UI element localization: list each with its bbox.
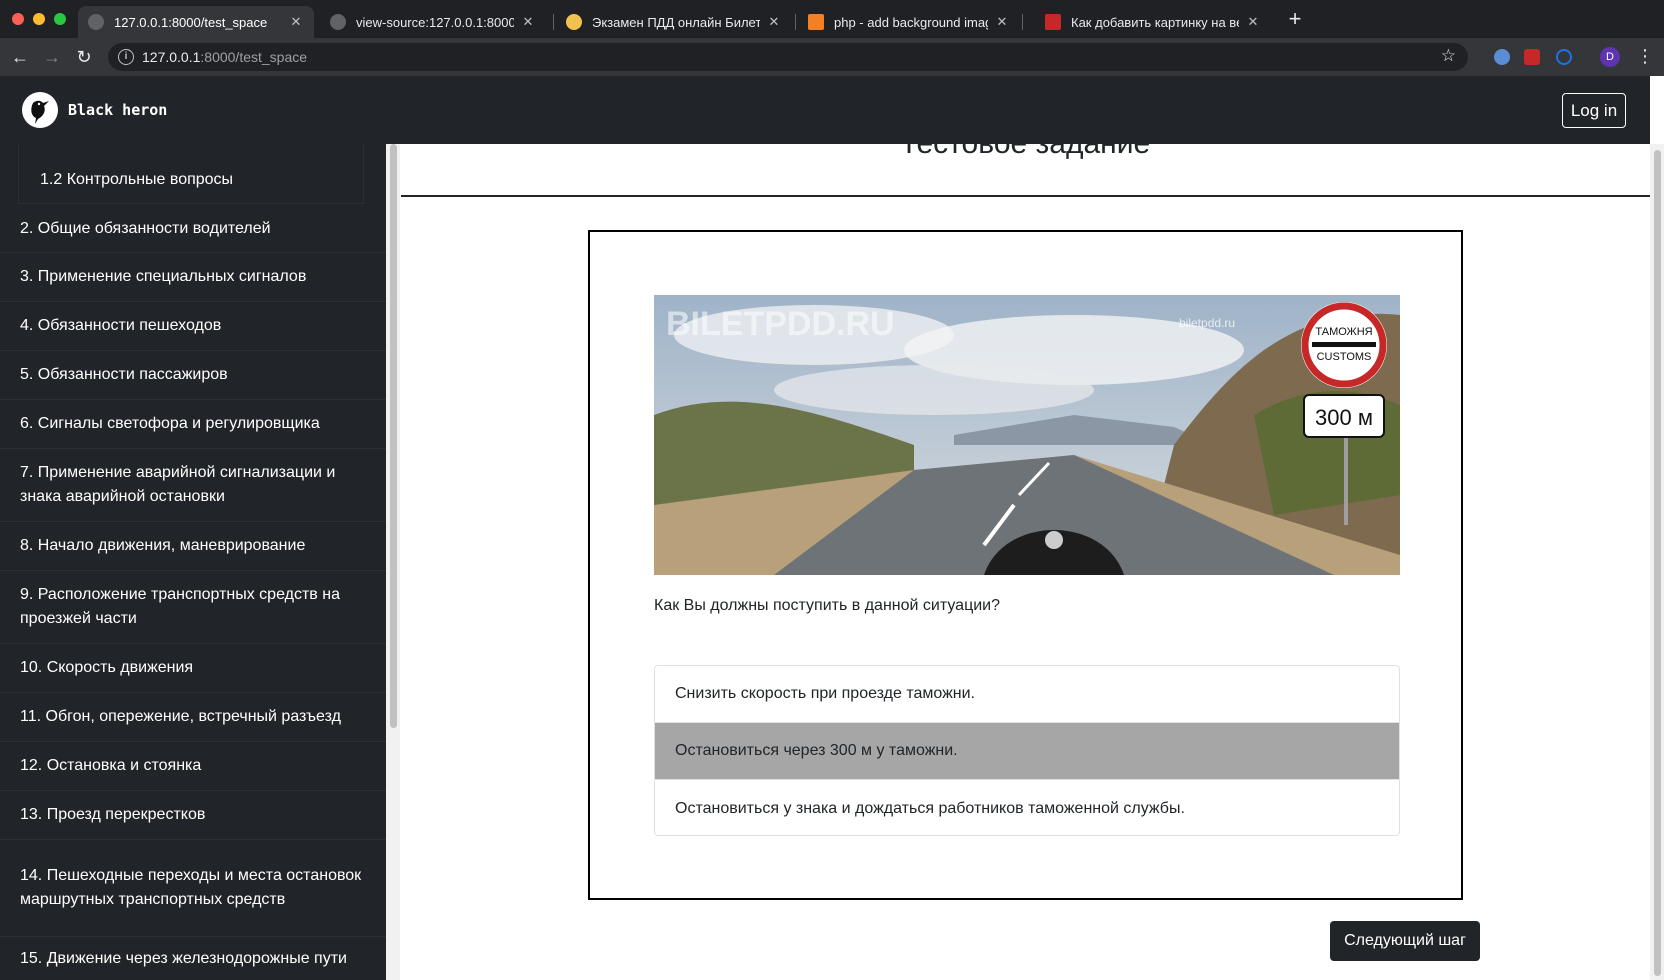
tab-separator xyxy=(1022,14,1023,30)
tab-title: view-source:127.0.0.1:8000/tes xyxy=(356,14,514,30)
tab-title: Как добавить картинку на веб xyxy=(1071,14,1239,30)
answer-option[interactable]: Снизить скорость при проезде таможни. xyxy=(655,666,1399,723)
sidebar-item[interactable]: 6. Сигналы светофора и регулировщика xyxy=(0,400,386,449)
answer-option-selected[interactable]: Остановиться через 300 м у таможни. xyxy=(655,723,1399,780)
sidebar-item[interactable]: 8. Начало движения, маневрирование xyxy=(0,522,386,571)
question-text: Как Вы должны поступить в данной ситуаци… xyxy=(654,597,1000,614)
main-content: Тестовое задание xyxy=(400,144,1650,980)
bookmark-star-icon[interactable]: ☆ xyxy=(1441,46,1456,66)
emoji-favicon-icon xyxy=(566,14,582,30)
url-host: 127.0.0.1 xyxy=(142,49,201,65)
profile-avatar[interactable]: D xyxy=(1600,47,1620,67)
sidebar-item[interactable]: 7. Применение аварийной сигнализации и з… xyxy=(0,449,386,522)
sidebar: 1.2 Контрольные вопросы 2. Общие обязанн… xyxy=(0,144,386,980)
extension-icon[interactable] xyxy=(1556,49,1572,65)
close-tab-icon[interactable]: ✕ xyxy=(288,14,304,30)
globe-icon xyxy=(88,14,104,30)
browser-tab[interactable]: Как добавить картинку на веб ✕ xyxy=(1035,6,1271,38)
sidebar-item[interactable]: 13. Проезд перекрестков xyxy=(0,791,386,840)
login-button[interactable]: Log in xyxy=(1562,93,1626,128)
sidebar-subitem-1-2[interactable]: 1.2 Контрольные вопросы xyxy=(18,144,364,204)
sidebar-item[interactable]: 12. Остановка и стоянка xyxy=(0,742,386,791)
close-window-button[interactable] xyxy=(12,13,24,25)
browser-tab[interactable]: php - add background image in ✕ xyxy=(798,6,1020,38)
browser-toolbar: ← → ↻ i 127.0.0.1:8000/test_space ☆ D ⋮ xyxy=(0,38,1664,76)
image-watermark: BILETPDD.RU xyxy=(666,305,895,343)
sidebar-item[interactable]: 10. Скорость движения xyxy=(0,644,386,693)
tab-title: php - add background image in xyxy=(834,14,988,30)
globe-icon xyxy=(330,14,346,30)
tab-separator xyxy=(795,14,796,30)
url-path: :8000/test_space xyxy=(200,49,308,65)
sidebar-scrollbar-thumb[interactable] xyxy=(390,144,397,728)
answers-list: Снизить скорость при проезде таможни. Ос… xyxy=(654,665,1400,836)
image-watermark-small: biletpdd.ru xyxy=(1179,316,1235,330)
extension-icon[interactable] xyxy=(1494,49,1510,65)
url-text: 127.0.0.1:8000/test_space xyxy=(142,49,307,65)
close-tab-icon[interactable]: ✕ xyxy=(1245,14,1261,30)
browser-tab[interactable]: view-source:127.0.0.1:8000/tes ✕ xyxy=(320,6,546,38)
close-tab-icon[interactable]: ✕ xyxy=(520,14,536,30)
site-header: Black heron Log in xyxy=(0,76,1650,144)
page-title: Тестовое задание xyxy=(400,144,1650,161)
title-divider xyxy=(401,195,1650,197)
close-tab-icon[interactable]: ✕ xyxy=(766,14,782,30)
customs-sign-text-en: CUSTOMS xyxy=(1317,351,1372,363)
minimize-window-button[interactable] xyxy=(33,13,45,25)
distance-plate: 300 м xyxy=(1315,405,1373,430)
sidebar-item[interactable]: 15. Движение через железнодорожные пути xyxy=(0,937,386,980)
sidebar-item[interactable]: 3. Применение специальных сигналов xyxy=(0,253,386,302)
question-card: BILETPDD.RU biletpdd.ru ТАМОЖНЯ CUSTOMS … xyxy=(588,230,1463,900)
next-step-button[interactable]: Следующий шаг xyxy=(1330,921,1480,961)
sidebar-item[interactable]: 2. Общие обязанности водителей xyxy=(0,205,386,253)
sidebar-item[interactable]: 5. Обязанности пассажиров xyxy=(0,351,386,400)
shield-extension-icon[interactable] xyxy=(1524,49,1540,65)
browser-tab-bar: 127.0.0.1:8000/test_space ✕ view-source:… xyxy=(0,0,1664,38)
browser-tab-active[interactable]: 127.0.0.1:8000/test_space ✕ xyxy=(78,6,314,38)
forward-arrow-icon[interactable]: → xyxy=(40,45,64,69)
sidebar-item[interactable]: 11. Обгон, опережение, встречный разъезд xyxy=(0,693,386,742)
sidebar-item[interactable]: 14. Пешеходные переходы и места останово… xyxy=(0,840,386,937)
maximize-window-button[interactable] xyxy=(54,13,66,25)
site-favicon-icon xyxy=(1045,14,1061,30)
page-scrollbar-thumb[interactable] xyxy=(1654,150,1661,976)
sidebar-item[interactable]: 9. Расположение транспортных средств на … xyxy=(0,571,386,644)
tab-separator xyxy=(553,14,554,30)
address-bar[interactable]: i 127.0.0.1:8000/test_space ☆ xyxy=(108,43,1468,71)
browser-tab[interactable]: Экзамен ПДД онлайн Билеты ✕ xyxy=(556,6,792,38)
brand-name[interactable]: Black heron xyxy=(68,101,167,119)
answer-option[interactable]: Остановиться у знака и дождаться работни… xyxy=(655,780,1399,835)
sidebar-item[interactable]: 4. Обязанности пешеходов xyxy=(0,302,386,351)
back-arrow-icon[interactable]: ← xyxy=(8,45,32,69)
question-image: BILETPDD.RU biletpdd.ru ТАМОЖНЯ CUSTOMS … xyxy=(654,295,1400,575)
tab-title: 127.0.0.1:8000/test_space xyxy=(114,14,268,30)
reload-icon[interactable]: ↻ xyxy=(72,45,96,69)
browser-menu-icon[interactable]: ⋮ xyxy=(1636,46,1654,66)
customs-sign-text-ru: ТАМОЖНЯ xyxy=(1315,326,1372,338)
close-tab-icon[interactable]: ✕ xyxy=(994,14,1010,30)
tab-title: Экзамен ПДД онлайн Билеты xyxy=(592,14,760,30)
info-icon[interactable]: i xyxy=(118,49,134,65)
stackoverflow-icon xyxy=(808,14,824,30)
heron-logo-icon[interactable] xyxy=(22,92,58,128)
new-tab-button[interactable]: + xyxy=(1285,8,1305,30)
